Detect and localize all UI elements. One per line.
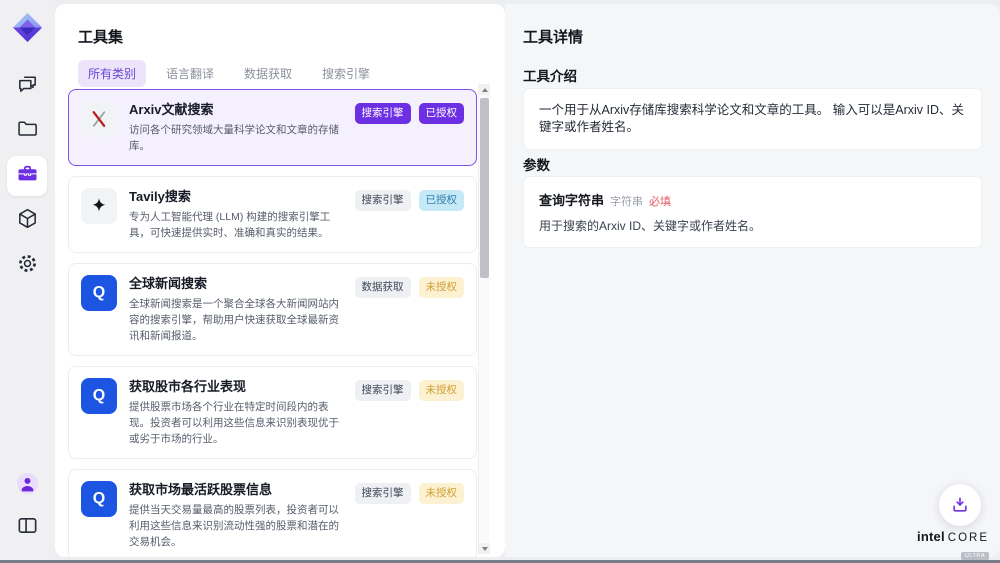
category-tabs: 所有类别语言翻译数据获取搜索引擎 <box>78 60 380 87</box>
avatar[interactable] <box>10 466 46 500</box>
detail-title: 工具详情 <box>523 26 583 47</box>
sidebar-item-folder[interactable] <box>7 111 47 151</box>
sidebar-item-chat[interactable] <box>7 66 47 106</box>
tool-name: 获取市场最活跃股票信息 <box>129 481 343 498</box>
param-box: 查询字符串 字符串 必填 用于搜索的Arxiv ID、关键字或作者姓名。 <box>523 176 982 248</box>
tool-desc: 全球新闻搜索是一个聚合全球各大新闻网站内容的搜索引擎，帮助用户快速获取全球最新资… <box>129 296 343 344</box>
app-logo-icon <box>12 12 43 43</box>
toolset-panel: 工具集 所有类别语言翻译数据获取搜索引擎 Arxiv文献搜索访问各个研究领域大量… <box>55 4 505 557</box>
tab-2[interactable]: 数据获取 <box>234 60 302 87</box>
tool-name: 获取股市各行业表现 <box>129 378 343 395</box>
sidebar-item-cube[interactable] <box>7 201 47 241</box>
params-heading: 参数 <box>523 154 550 174</box>
category-badge: 搜索引擎 <box>355 190 411 211</box>
tool-detail-panel: 工具详情 工具介绍 一个用于从Arxiv存储库搜索科学论文和文章的工具。 输入可… <box>505 4 1000 557</box>
auth-status-badge: 未授权 <box>419 277 465 298</box>
scroll-up-arrow[interactable] <box>479 84 490 95</box>
auth-status-badge: 已授权 <box>419 103 465 124</box>
tool-desc: 专为人工智能代理 (LLM) 构建的搜索引擎工具，可快速提供实时、准确和真实的结… <box>129 209 343 241</box>
tool-card-0[interactable]: Arxiv文献搜索访问各个研究领域大量科学论文和文章的存储库。搜索引擎已授权 <box>68 89 477 166</box>
sparkle-icon <box>81 188 117 224</box>
sidebar-bottom <box>7 466 48 542</box>
tool-name: Tavily搜索 <box>129 188 343 205</box>
tool-name: 全球新闻搜索 <box>129 275 343 292</box>
param-name: 查询字符串 <box>539 190 604 209</box>
q-news-icon: Q <box>81 275 117 311</box>
category-badge: 搜索引擎 <box>355 483 411 504</box>
scrollbar[interactable] <box>478 84 489 554</box>
auth-status-badge: 未授权 <box>419 380 465 401</box>
scrollbar-thumb[interactable] <box>480 98 489 278</box>
brand-ultra-badge: ULTRA <box>961 552 989 560</box>
category-badge: 搜索引擎 <box>355 103 411 124</box>
param-required-badge: 必填 <box>649 193 671 209</box>
cube-icon <box>16 207 39 235</box>
brand-core-text: CORE <box>948 532 989 544</box>
tool-card-2[interactable]: Q 全球新闻搜索全球新闻搜索是一个聚合全球各大新闻网站内容的搜索引擎，帮助用户快速… <box>68 263 477 356</box>
intro-heading: 工具介绍 <box>523 65 577 85</box>
folder-icon <box>16 117 39 145</box>
collapse-sidebar-icon[interactable] <box>10 508 46 542</box>
download-button[interactable] <box>939 484 981 526</box>
gear-icon <box>16 252 39 280</box>
arxiv-x-icon <box>81 101 117 137</box>
category-badge: 数据获取 <box>355 277 411 298</box>
tool-card-1[interactable]: Tavily搜索专为人工智能代理 (LLM) 构建的搜索引擎工具，可快速提供实时… <box>68 176 477 253</box>
q-news-icon: Q <box>81 481 117 517</box>
tool-list: Arxiv文献搜索访问各个研究领域大量科学论文和文章的存储库。搜索引擎已授权Ta… <box>68 89 477 557</box>
sidebar-item-gear[interactable] <box>7 246 47 286</box>
app-window: 工具集 所有类别语言翻译数据获取搜索引擎 Arxiv文献搜索访问各个研究领域大量… <box>0 0 1000 563</box>
brand-intel-text: intel <box>917 529 945 544</box>
page-title: 工具集 <box>78 26 123 47</box>
tab-3[interactable]: 搜索引擎 <box>312 60 380 87</box>
sidebar-nav <box>7 66 48 286</box>
tab-0[interactable]: 所有类别 <box>78 60 146 87</box>
intel-core-logo: intel CORE ULTRA <box>917 529 989 562</box>
param-desc: 用于搜索的Arxiv ID、关键字或作者姓名。 <box>539 217 966 234</box>
sidebar <box>0 0 55 560</box>
auth-status-badge: 已授权 <box>419 190 465 211</box>
tool-card-4[interactable]: Q 获取市场最活跃股票信息提供当天交易量最高的股票列表，投资者可以利用这些信息来识… <box>68 469 477 557</box>
q-news-icon: Q <box>81 378 117 414</box>
tool-card-3[interactable]: Q 获取股市各行业表现提供股票市场各个行业在特定时间段内的表现。投资者可以利用这些… <box>68 366 477 459</box>
toolbox-icon <box>16 162 39 190</box>
tool-desc: 提供股票市场各个行业在特定时间段内的表现。投资者可以利用这些信息来识别表现优于或… <box>129 399 343 447</box>
category-badge: 搜索引擎 <box>355 380 411 401</box>
sidebar-item-toolbox[interactable] <box>7 156 47 196</box>
tab-1[interactable]: 语言翻译 <box>156 60 224 87</box>
tool-name: Arxiv文献搜索 <box>129 101 343 118</box>
tool-desc: 访问各个研究领域大量科学论文和文章的存储库。 <box>129 122 343 154</box>
param-type: 字符串 <box>610 193 643 209</box>
auth-status-badge: 未授权 <box>419 483 465 504</box>
download-icon <box>950 495 970 515</box>
intro-box: 一个用于从Arxiv存储库搜索科学论文和文章的工具。 输入可以是Arxiv ID… <box>523 88 982 150</box>
scroll-down-arrow[interactable] <box>479 543 490 554</box>
chat-icon <box>16 72 39 100</box>
tool-desc: 提供当天交易量最高的股票列表，投资者可以利用这些信息来识别流动性强的股票和潜在的… <box>129 502 343 550</box>
